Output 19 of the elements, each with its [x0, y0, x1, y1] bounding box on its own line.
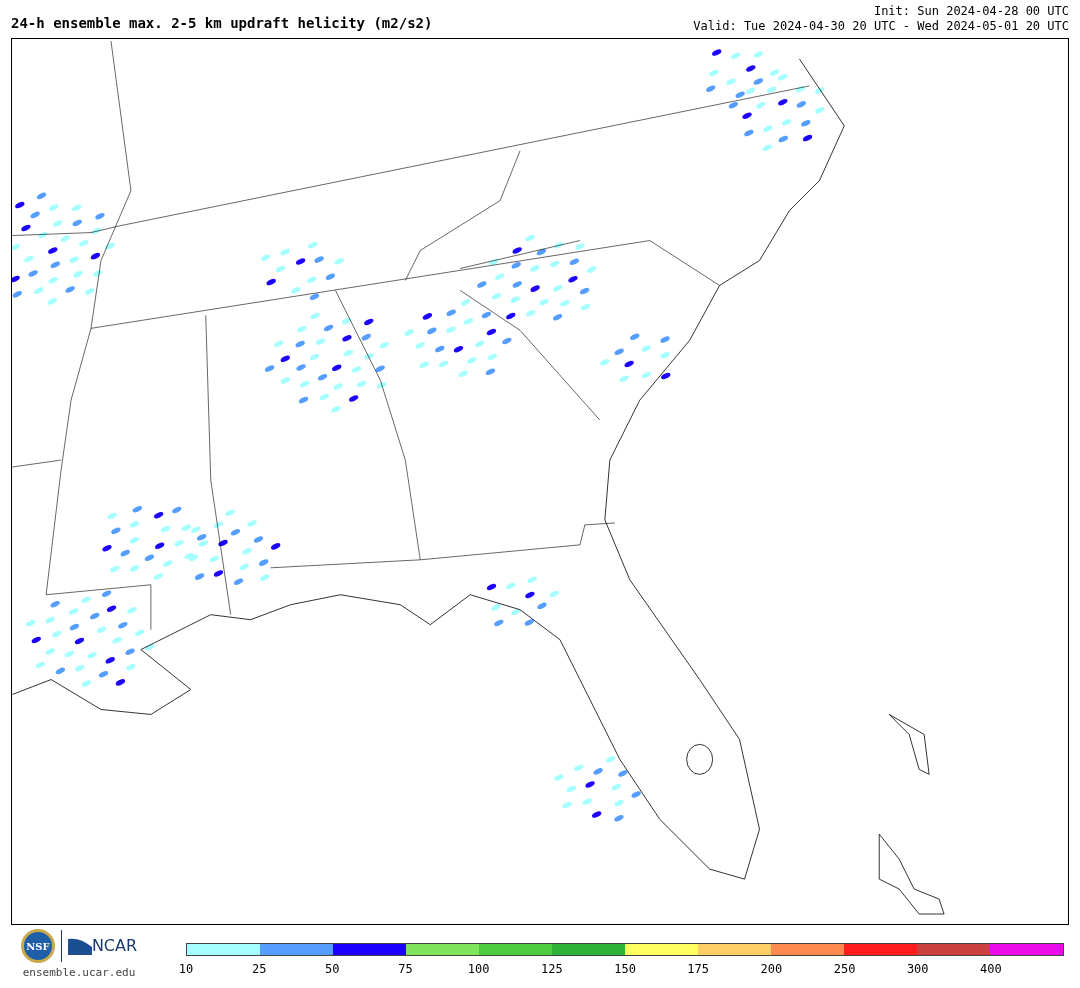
init-time: Init: Sun 2024-04-28 00 UTC — [873, 4, 1069, 19]
tick-label: 150 — [614, 961, 636, 978]
tick-label: 400 — [980, 961, 1002, 978]
tick-label: 125 — [541, 961, 563, 978]
tick-label: 10 — [178, 961, 194, 978]
valid-time: Valid: Tue 2024-04-30 20 UTC - Wed 2024-05-01 20 UTC — [693, 19, 1069, 34]
tick-label: 250 — [833, 961, 856, 978]
site-url: ensemble.ucar.edu — [22, 965, 136, 981]
tick-label: 300 — [906, 961, 929, 978]
tick-label: 175 — [687, 961, 710, 978]
tick-label: 75 — [398, 961, 413, 978]
ncar-logo: NCAR — [91, 935, 138, 957]
map-title: 24-h ensemble max. 2-5 km updraft helicity (m2/s2) — [11, 14, 433, 33]
tick-label: 25 — [251, 961, 267, 978]
tick-label: 200 — [760, 961, 783, 978]
tick-label: 50 — [325, 961, 340, 978]
nsf-logo: NSF — [20, 929, 55, 963]
swoosh-icon — [67, 937, 92, 955]
tick-label: 100 — [467, 961, 490, 978]
